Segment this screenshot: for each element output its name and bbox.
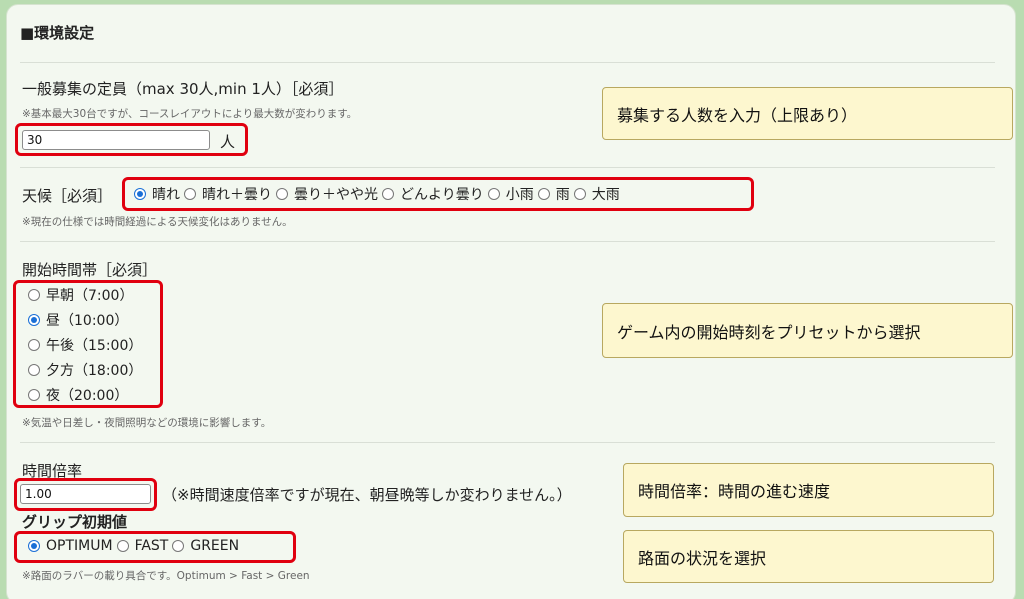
separator	[20, 62, 995, 63]
grip-label: グリップ初期値	[22, 513, 128, 531]
radio-icon[interactable]	[382, 188, 394, 200]
radio-icon[interactable]	[28, 339, 40, 351]
start-time-option-afternoon[interactable]: 午後（15:00）	[28, 335, 142, 355]
callout-start-time: ゲーム内の開始時刻をプリセットから選択	[602, 303, 1013, 358]
radio-icon[interactable]	[172, 540, 185, 552]
radio-icon[interactable]	[487, 188, 500, 200]
grip-option-green[interactable]: GREEN	[172, 538, 239, 554]
grip-option-fast[interactable]: FAST	[116, 538, 168, 554]
radio-icon[interactable]	[134, 188, 146, 200]
start-time-note: ※気温や日差し・夜間照明などの環境に影響します。	[22, 417, 272, 429]
separator	[20, 442, 995, 443]
radio-icon[interactable]	[184, 188, 196, 200]
players-input[interactable]	[22, 130, 210, 150]
weather-radio-group: 晴れ 晴れ＋曇り 曇り＋やや光 どんより曇り 小雨 雨 大雨	[134, 184, 624, 204]
separator	[20, 167, 995, 168]
weather-option-rain[interactable]: 雨	[537, 184, 570, 204]
weather-option-sunny-cloudy[interactable]: 晴れ＋曇り	[184, 184, 272, 204]
callout-grip: 路面の状況を選択	[623, 530, 994, 583]
radio-icon[interactable]	[276, 188, 288, 200]
start-time-option-night[interactable]: 夜（20:00）	[28, 385, 142, 405]
weather-option-light-rain[interactable]: 小雨	[487, 184, 534, 204]
grip-note: ※路面のラバーの載り具合です。Optimum > Fast > Green	[22, 570, 310, 582]
start-time-option-early-morning[interactable]: 早朝（7:00）	[28, 285, 142, 305]
grip-radio-group: OPTIMUM FAST GREEN	[28, 538, 243, 554]
radio-icon[interactable]	[537, 188, 550, 200]
weather-option-overcast[interactable]: どんより曇り	[382, 184, 484, 204]
time-rate-note: （※時間速度倍率ですが現在、朝昼晩等しか変わりません。）	[162, 486, 572, 504]
radio-icon[interactable]	[28, 364, 40, 376]
players-label: 一般募集の定員（max 30人,min 1人）［必須］	[22, 80, 344, 98]
start-time-option-evening[interactable]: 夕方（18:00）	[28, 360, 142, 380]
weather-label: 天候［必須］	[22, 187, 113, 205]
start-time-label: 開始時間帯［必須］	[22, 261, 158, 279]
weather-option-sunny[interactable]: 晴れ	[134, 184, 180, 204]
grip-option-optimum[interactable]: OPTIMUM	[28, 538, 113, 554]
weather-note: ※現在の仕様では時間経過による天候変化はありません。	[22, 216, 293, 228]
weather-option-heavy-rain[interactable]: 大雨	[573, 184, 620, 204]
radio-icon[interactable]	[28, 289, 40, 301]
start-time-radio-group: 早朝（7:00） 昼（10:00） 午後（15:00） 夕方（18:00） 夜（…	[28, 285, 146, 410]
radio-icon[interactable]	[28, 314, 40, 326]
radio-icon[interactable]	[28, 540, 40, 552]
weather-option-cloudy-light[interactable]: 曇り＋やや光	[276, 184, 378, 204]
radio-icon[interactable]	[116, 540, 129, 552]
radio-icon[interactable]	[573, 188, 586, 200]
callout-players: 募集する人数を入力（上限あり）	[602, 87, 1013, 140]
section-title: ■環境設定	[20, 24, 95, 42]
time-rate-input[interactable]	[20, 484, 151, 504]
players-note: ※基本最大30台ですが、コースレイアウトにより最大数が変わります。	[22, 108, 358, 120]
radio-icon[interactable]	[28, 389, 40, 401]
players-unit: 人	[220, 133, 236, 151]
callout-time-rate: 時間倍率：時間の進む速度	[623, 463, 994, 517]
separator	[20, 241, 995, 242]
start-time-option-noon[interactable]: 昼（10:00）	[28, 310, 142, 330]
